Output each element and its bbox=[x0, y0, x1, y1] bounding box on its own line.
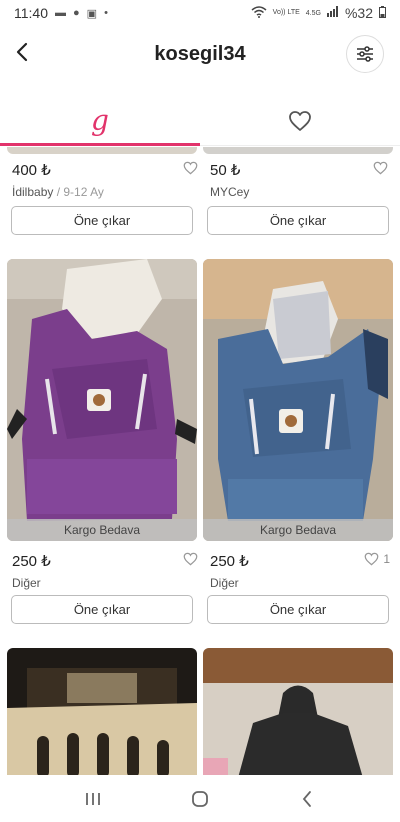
seller-name: İdilbaby bbox=[12, 185, 54, 199]
chevron-left-icon bbox=[16, 42, 28, 62]
product-photo[interactable] bbox=[7, 648, 197, 775]
wifi-icon bbox=[251, 5, 267, 21]
battery-icon bbox=[379, 5, 386, 21]
back-button[interactable] bbox=[10, 40, 34, 64]
product-photo[interactable]: Kargo Bedava bbox=[203, 259, 393, 541]
seller-name: MYCey bbox=[210, 185, 250, 199]
product-size: / 9-12 Ay bbox=[56, 185, 104, 199]
like-button[interactable] bbox=[183, 552, 198, 566]
battery-percent: %32 bbox=[344, 5, 373, 21]
wooden-crib-image bbox=[7, 648, 197, 775]
heart-outline-icon bbox=[183, 552, 198, 566]
filter-button[interactable] bbox=[346, 35, 384, 73]
signal-icon bbox=[326, 6, 339, 20]
product-photo[interactable]: Kargo Bedava bbox=[7, 259, 197, 541]
product-price: 400 ₺ bbox=[12, 162, 51, 179]
like-button[interactable] bbox=[373, 161, 388, 175]
heart-outline-icon bbox=[183, 161, 198, 175]
brand-logo-icon: g bbox=[91, 103, 109, 137]
status-bar: 11:40 ▬ ● ▣ • Vo)) LTE 4.5G %32 bbox=[0, 0, 400, 26]
feature-button[interactable]: Öne çıkar bbox=[11, 595, 193, 624]
recent-apps-button[interactable] bbox=[78, 784, 108, 814]
network-gen-label: 4.5G bbox=[305, 9, 321, 17]
feature-button[interactable]: Öne çıkar bbox=[207, 595, 389, 624]
cargo-banner: Kargo Bedava bbox=[7, 519, 197, 541]
message-icon: ▬ bbox=[55, 7, 66, 19]
product-card-info[interactable]: 250 ₺ Diğer 1 bbox=[210, 552, 396, 590]
like-count: 1 bbox=[383, 552, 390, 566]
chevron-left-icon bbox=[302, 790, 311, 807]
product-card-info[interactable]: 50 ₺ MYCey bbox=[210, 161, 396, 199]
product-seller: Diğer bbox=[12, 576, 41, 590]
like-button[interactable]: 1 bbox=[364, 552, 390, 566]
dot-icon: • bbox=[104, 7, 108, 19]
product-card-info[interactable]: 400 ₺ İdilbaby / 9-12 Ay bbox=[12, 161, 198, 199]
profile-tabs: g bbox=[0, 96, 400, 146]
product-grid[interactable]: 400 ₺ İdilbaby / 9-12 Ay 50 ₺ MYCey Öne … bbox=[0, 147, 400, 775]
heart-outline-icon bbox=[364, 552, 379, 566]
product-seller: İdilbaby / 9-12 Ay bbox=[12, 185, 198, 199]
product-seller: Diğer bbox=[210, 576, 239, 590]
product-price: 250 ₺ bbox=[12, 553, 51, 570]
recent-apps-icon bbox=[86, 792, 101, 805]
tab-listings[interactable]: g bbox=[0, 96, 200, 146]
status-time: 11:40 bbox=[14, 5, 48, 21]
home-button[interactable] bbox=[185, 784, 215, 814]
black-jacket-image bbox=[203, 648, 393, 775]
feature-button[interactable]: Öne çıkar bbox=[207, 206, 389, 235]
sliders-icon bbox=[357, 46, 373, 62]
cargo-banner: Kargo Bedava bbox=[203, 519, 393, 541]
top-app-bar: kosegil34 bbox=[0, 26, 400, 82]
like-button[interactable] bbox=[183, 161, 198, 175]
product-card-info[interactable]: 250 ₺ Diğer bbox=[12, 552, 198, 590]
system-back-button[interactable] bbox=[292, 784, 322, 814]
feature-button[interactable]: Öne çıkar bbox=[11, 206, 193, 235]
tab-likes[interactable] bbox=[200, 96, 400, 145]
home-icon bbox=[192, 790, 208, 807]
page-title: kosegil34 bbox=[154, 42, 246, 65]
product-photo[interactable] bbox=[203, 648, 393, 775]
product-price: 50 ₺ bbox=[210, 162, 241, 179]
product-seller: MYCey bbox=[210, 185, 396, 199]
facebook-icon: ● bbox=[73, 7, 80, 19]
purple-baby-carrier-image bbox=[7, 259, 197, 541]
partial-photo-strip bbox=[7, 147, 197, 154]
heart-outline-icon bbox=[289, 110, 311, 131]
image-icon: ▣ bbox=[86, 7, 98, 20]
system-nav-bar bbox=[0, 775, 400, 822]
blue-baby-carrier-image bbox=[203, 259, 393, 541]
network-label: Vo)) LTE bbox=[272, 9, 300, 16]
partial-photo-strip bbox=[203, 147, 393, 154]
heart-outline-icon bbox=[373, 161, 388, 175]
